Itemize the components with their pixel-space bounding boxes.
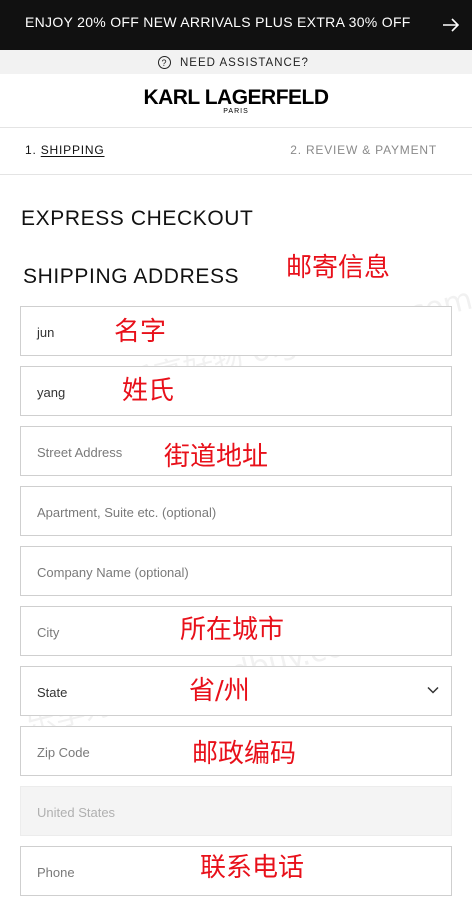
annotation-street: 街道地址 [164,442,269,472]
company-name-field[interactable]: Company Name (optional) [20,546,452,596]
annotation-state: 省/州 [189,676,250,706]
first-name-field[interactable]: jun [20,306,452,356]
apartment-field[interactable]: Apartment, Suite etc. (optional) [20,486,452,536]
annotation-name: 名字 [114,317,167,347]
annotation-surname: 姓氏 [122,376,175,406]
first-name-value: jun [37,325,55,340]
zip-code-placeholder: Zip Code [37,745,90,760]
city-placeholder: City [37,625,60,640]
promo-text: ENJOY 20% OFF NEW ARRIVALS PLUS EXTRA 30… [25,14,411,30]
company-name-placeholder: Company Name (optional) [37,565,189,580]
annotation-zip: 邮政编码 [192,739,297,769]
need-assistance-link[interactable]: ? NEED ASSISTANCE? [0,50,472,74]
help-icon: ? [158,56,171,69]
annotation-shipping-info: 邮寄信息 [286,253,391,283]
annotation-city: 所在城市 [180,615,285,645]
steps-divider [0,174,472,175]
brand-logo[interactable]: KARL LAGERFELD [0,86,472,110]
checkout-steps: 1. SHIPPING 2. REVIEW & PAYMENT [0,130,472,174]
street-address-placeholder: Street Address [37,445,123,460]
state-selected-value: State [37,685,68,700]
header-divider [0,127,472,128]
chevron-down-icon [427,686,439,694]
country-value: United States [37,805,116,820]
step-shipping[interactable]: 1. SHIPPING [25,143,105,157]
brand-logo-sub: PARIS [223,108,249,115]
last-name-field[interactable]: yang [20,366,452,416]
express-checkout-heading: EXPRESS CHECKOUT [21,207,254,230]
apartment-placeholder: Apartment, Suite etc. (optional) [37,505,217,520]
step-review-payment[interactable]: 2. REVIEW & PAYMENT [290,143,437,157]
annotation-phone: 联系电话 [200,853,305,883]
shipping-address-heading: SHIPPING ADDRESS [23,265,240,288]
arrow-right-icon[interactable] [442,17,460,33]
country-field: United States [20,786,452,836]
need-assistance-label: NEED ASSISTANCE? [180,57,309,69]
phone-placeholder: Phone [37,865,75,880]
last-name-value: yang [37,385,66,400]
promo-banner[interactable]: ENJOY 20% OFF NEW ARRIVALS PLUS EXTRA 30… [0,0,472,50]
step-shipping-number: 1. [25,143,37,157]
step-shipping-label: SHIPPING [40,143,105,157]
